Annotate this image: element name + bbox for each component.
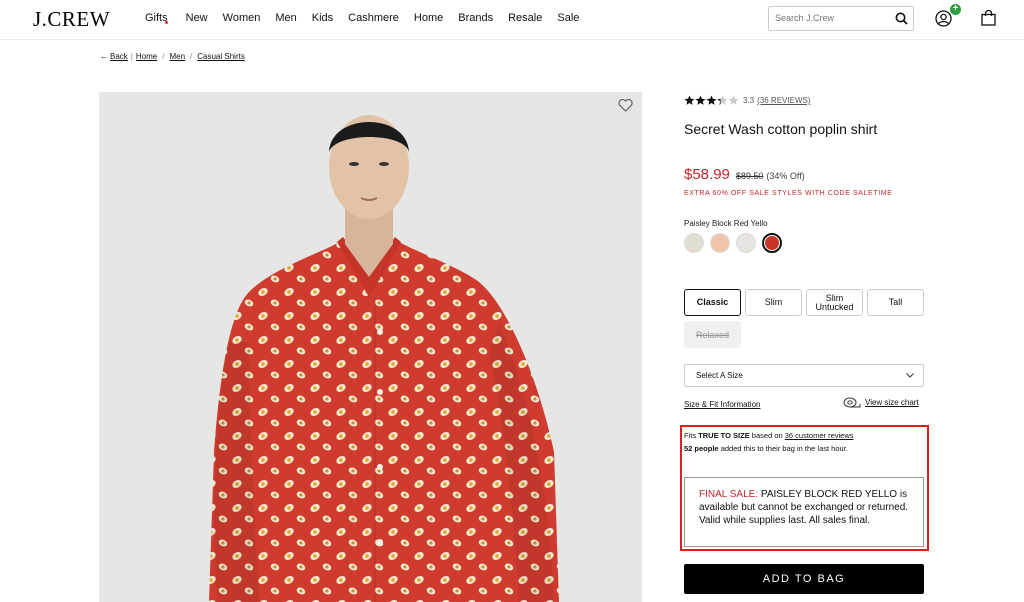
rating-value: 3.3 [743, 96, 755, 105]
color-swatch[interactable] [684, 233, 704, 253]
breadcrumb: ← Back | Home / Men / Casual Shirts [100, 52, 245, 61]
price-row: $58.99 $89.50 (34% Off) [684, 166, 805, 183]
size-select-label: Select A Size [696, 371, 743, 380]
fit-slim-untucked-button[interactable]: Slim Untucked [806, 289, 863, 316]
add-to-bag-button[interactable]: ADD TO BAG [684, 564, 924, 594]
search-input[interactable] [775, 7, 890, 29]
people-text: added this to their bag in the last hour… [718, 444, 848, 453]
star-icon [728, 95, 739, 105]
breadcrumb-separator: | [130, 52, 133, 61]
nav-sale[interactable]: Sale [557, 12, 579, 24]
sale-price: $58.99 [684, 166, 730, 183]
size-select[interactable]: Select A Size [684, 364, 924, 387]
star-icon [717, 95, 728, 105]
nav-kids[interactable]: Kids [312, 12, 333, 24]
fit-slim-button[interactable]: Slim [745, 289, 802, 316]
original-price: $89.50 [735, 171, 764, 181]
breadcrumb-separator: / [190, 52, 193, 61]
customer-reviews-link[interactable]: 36 customer reviews [785, 431, 854, 440]
search-icon[interactable] [895, 12, 908, 25]
size-chart-link[interactable]: View size chart [843, 397, 919, 408]
fit-prefix: Fits [684, 431, 699, 440]
color-swatch-selected[interactable] [762, 233, 782, 253]
chevron-down-icon [906, 373, 914, 378]
nav-brands[interactable]: Brands [458, 12, 493, 24]
account-badge: + [950, 4, 961, 15]
fit-options: Classic Slim Slim Untucked Tall [684, 289, 928, 316]
product-title: Secret Wash cotton poplin shirt [684, 121, 878, 137]
fit-classic-button[interactable]: Classic [684, 289, 741, 316]
search-box [768, 6, 914, 31]
rating-stars [684, 95, 739, 106]
account-icon[interactable] [935, 10, 952, 27]
final-sale-notice: FINAL SALE: PAISLEY BLOCK RED YELLO is a… [684, 477, 924, 547]
product-image[interactable] [99, 92, 642, 602]
nav-home[interactable]: Home [414, 12, 443, 24]
nav-cashmere[interactable]: Cashmere [348, 12, 399, 24]
people-count: 52 people [684, 444, 719, 453]
breadcrumb-back[interactable]: Back [110, 52, 128, 61]
breadcrumb-separator: / [162, 52, 165, 61]
model-illustration [99, 92, 642, 602]
breadcrumb-casual-shirts[interactable]: Casual Shirts [197, 52, 245, 61]
main-nav: Gifts New Women Men Kids Cashmere Home B… [145, 12, 594, 24]
selected-color-name: Paisley Block Red Yello [684, 219, 768, 228]
star-icon [706, 95, 717, 105]
back-arrow-icon[interactable]: ← [100, 52, 108, 61]
wishlist-heart-icon[interactable] [618, 99, 633, 112]
size-chart-label: View size chart [865, 398, 919, 407]
rating-row: 3.3 (36 REVIEWS) [684, 95, 810, 106]
fit-relaxed-button[interactable]: Relaxed [684, 321, 741, 348]
discount-percent: (34% Off) [766, 171, 805, 181]
final-sale-label: FINAL SALE: [699, 489, 759, 500]
fit-true-to-size: TRUE TO SIZE [698, 431, 750, 440]
size-fit-info-link[interactable]: Size & Fit Information [684, 400, 760, 409]
color-swatch[interactable] [710, 233, 730, 253]
shopping-bag-icon[interactable] [981, 10, 996, 26]
gifts-dot-icon [164, 21, 168, 24]
measuring-tape-icon [843, 397, 861, 408]
site-header: J.CREW Gifts New Women Men Kids Cashmere… [0, 0, 1024, 40]
jcrew-logo[interactable]: J.CREW [33, 7, 110, 32]
star-icon [684, 95, 695, 105]
fit-info: Fits TRUE TO SIZE based on 36 customer r… [684, 429, 854, 455]
nav-men[interactable]: Men [275, 12, 296, 24]
color-swatches [684, 233, 788, 253]
breadcrumb-home[interactable]: Home [136, 52, 157, 61]
breadcrumb-men[interactable]: Men [169, 52, 185, 61]
nav-new[interactable]: New [186, 12, 208, 24]
color-swatch[interactable] [736, 233, 756, 253]
nav-resale[interactable]: Resale [508, 12, 542, 24]
nav-women[interactable]: Women [223, 12, 261, 24]
reviews-link[interactable]: (36 REVIEWS) [757, 96, 810, 105]
fit-tall-button[interactable]: Tall [867, 289, 924, 316]
fit-mid: based on [749, 431, 785, 440]
star-icon [695, 95, 706, 105]
promo-message: EXTRA 60% OFF SALE STYLES WITH CODE SALE… [684, 190, 893, 197]
